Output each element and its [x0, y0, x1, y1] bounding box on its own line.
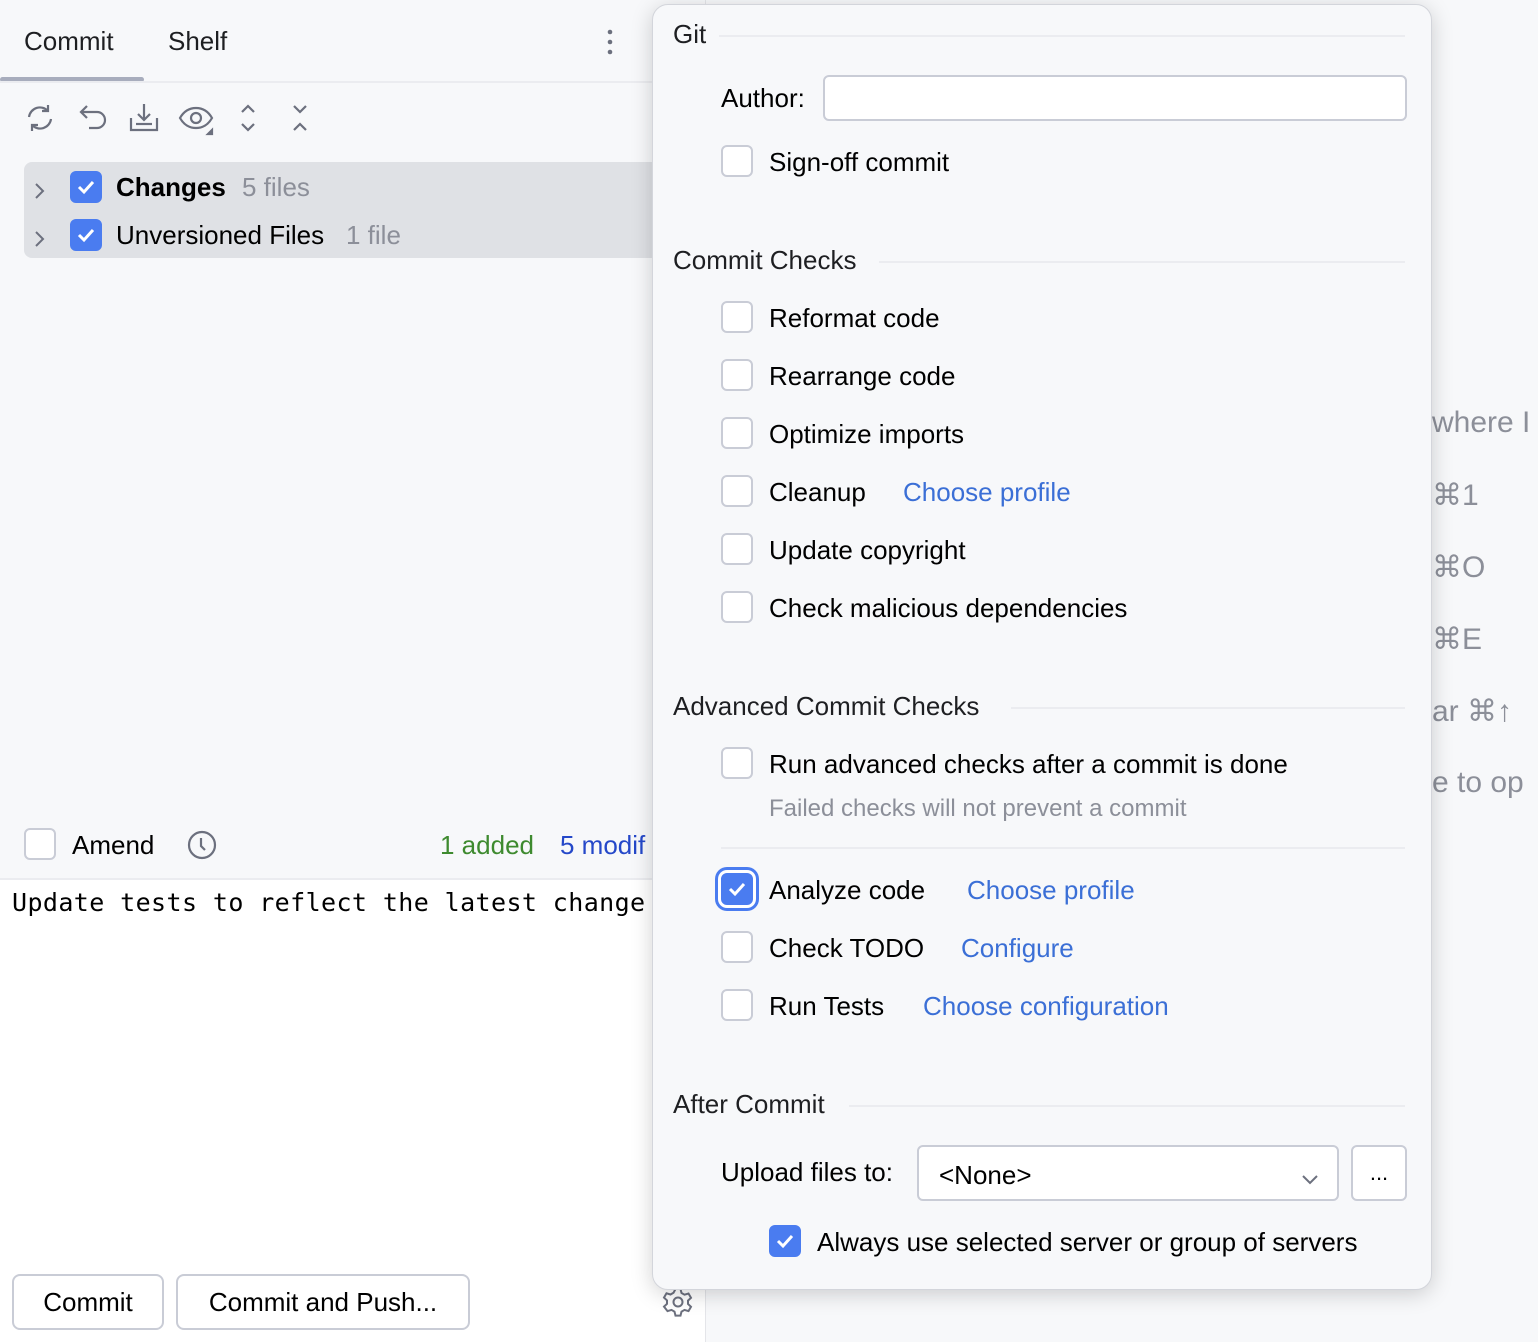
run-advanced-after-label[interactable]: Run advanced checks after a commit is do… — [769, 749, 1288, 780]
analyze-code-checkbox[interactable] — [721, 873, 753, 905]
divider — [879, 261, 1405, 263]
reformat-code-label[interactable]: Reformat code — [769, 303, 940, 334]
commit-button[interactable]: Commit — [12, 1274, 164, 1330]
section-advanced-checks: Advanced Commit Checks — [673, 691, 979, 722]
analyze-choose-profile-link[interactable]: Choose profile — [967, 875, 1135, 906]
file-count: 5 files — [242, 172, 310, 203]
rearrange-code-label[interactable]: Rearrange code — [769, 361, 955, 392]
always-use-server-checkbox[interactable] — [769, 1225, 801, 1257]
commit-message-text: Update tests to reflect the latest chang… — [12, 888, 646, 917]
added-count: 1 added — [440, 830, 534, 861]
section-after-commit: After Commit — [673, 1089, 825, 1120]
run-tests-label[interactable]: Run Tests — [769, 991, 884, 1022]
tests-choose-configuration-link[interactable]: Choose configuration — [923, 991, 1169, 1022]
check-todo-label[interactable]: Check TODO — [769, 933, 924, 964]
commit-and-push-button[interactable]: Commit and Push... — [176, 1274, 470, 1330]
gear-icon[interactable] — [662, 1286, 694, 1318]
divider — [849, 1105, 1405, 1107]
background-hint: where I — [1432, 406, 1530, 440]
chevron-right-icon[interactable] — [30, 177, 50, 197]
divider — [1011, 707, 1405, 709]
divider — [721, 847, 1405, 849]
cleanup-choose-profile-link[interactable]: Choose profile — [903, 477, 1071, 508]
analyze-code-label[interactable]: Analyze code — [769, 875, 925, 906]
optimize-imports-checkbox[interactable] — [721, 417, 753, 449]
malicious-deps-label[interactable]: Check malicious dependencies — [769, 593, 1127, 624]
rollback-icon[interactable] — [76, 100, 112, 136]
upload-server-dropdown[interactable]: <None> — [917, 1145, 1339, 1201]
tree-item-unversioned[interactable]: Unversioned Files — [116, 220, 324, 251]
todo-configure-link[interactable]: Configure — [961, 933, 1074, 964]
rearrange-code-checkbox[interactable] — [721, 359, 753, 391]
upload-server-value: <None> — [939, 1160, 1032, 1191]
author-label: Author: — [721, 83, 805, 114]
cleanup-checkbox[interactable] — [721, 475, 753, 507]
tab-commit[interactable]: Commit — [24, 26, 114, 57]
divider — [719, 35, 1405, 37]
reformat-code-checkbox[interactable] — [721, 301, 753, 333]
run-tests-checkbox[interactable] — [721, 989, 753, 1021]
background-hint: e to op — [1432, 766, 1524, 800]
section-git: Git — [673, 19, 706, 50]
commit-message-editor[interactable]: Update tests to reflect the latest chang… — [0, 878, 705, 1342]
changes-checkbox[interactable] — [70, 171, 102, 203]
background-hint: ar ⌘↑ — [1432, 694, 1512, 729]
background-hint: ⌘1 — [1432, 478, 1479, 513]
browse-servers-button[interactable]: ... — [1351, 1145, 1407, 1201]
malicious-deps-checkbox[interactable] — [721, 591, 753, 623]
file-count: 1 file — [346, 220, 401, 251]
optimize-imports-label[interactable]: Optimize imports — [769, 419, 964, 450]
amend-label[interactable]: Amend — [72, 830, 154, 861]
tree-item-changes[interactable]: Changes — [116, 172, 226, 203]
section-commit-checks: Commit Checks — [673, 245, 856, 276]
background-hint: ⌘E — [1432, 622, 1482, 657]
commit-options-popup: Git Author: Sign-off commit Commit Check… — [652, 4, 1432, 1290]
refresh-icon[interactable] — [22, 100, 58, 136]
check-todo-checkbox[interactable] — [721, 931, 753, 963]
unversioned-checkbox[interactable] — [70, 219, 102, 251]
expand-all-icon[interactable] — [230, 100, 266, 136]
chevron-down-icon — [1301, 1165, 1319, 1183]
update-copyright-label[interactable]: Update copyright — [769, 535, 966, 566]
run-advanced-hint: Failed checks will not prevent a commit — [769, 795, 1187, 823]
divider — [0, 81, 652, 83]
amend-checkbox[interactable] — [24, 828, 56, 860]
eye-icon[interactable] — [178, 100, 214, 136]
signoff-checkbox[interactable] — [721, 145, 753, 177]
more-options-icon[interactable] — [602, 28, 618, 58]
history-clock-icon[interactable] — [186, 829, 218, 861]
collapse-all-icon[interactable] — [282, 100, 318, 136]
signoff-label[interactable]: Sign-off commit — [769, 147, 949, 178]
tab-shelf[interactable]: Shelf — [168, 26, 227, 57]
chevron-right-icon[interactable] — [30, 225, 50, 245]
update-copyright-checkbox[interactable] — [721, 533, 753, 565]
shelve-icon[interactable] — [126, 100, 162, 136]
modified-count[interactable]: 5 modif — [560, 830, 645, 861]
always-use-server-label[interactable]: Always use selected server or group of s… — [817, 1227, 1357, 1258]
upload-files-label: Upload files to: — [721, 1157, 893, 1188]
run-advanced-after-checkbox[interactable] — [721, 747, 753, 779]
background-hint: ⌘O — [1432, 550, 1485, 585]
author-input[interactable] — [823, 75, 1407, 121]
cleanup-label[interactable]: Cleanup — [769, 477, 866, 508]
